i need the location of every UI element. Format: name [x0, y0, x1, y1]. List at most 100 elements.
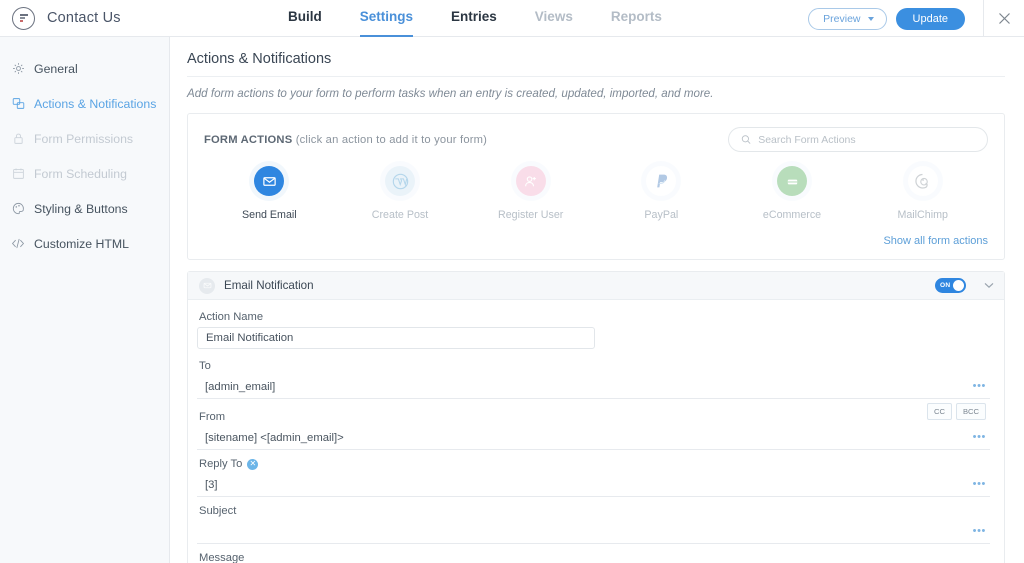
- field-from: From [sitename] <[admin_email]> •••: [197, 411, 990, 450]
- action-send-email[interactable]: Send Email: [204, 166, 335, 221]
- close-button[interactable]: [983, 0, 1024, 37]
- mailchimp-icon: [908, 166, 938, 196]
- tab-reports[interactable]: Reports: [611, 0, 662, 37]
- ecommerce-icon: [777, 166, 807, 196]
- brand: Contact Us: [0, 7, 250, 30]
- formidable-logo-icon: [12, 7, 35, 30]
- tab-entries[interactable]: Entries: [451, 0, 497, 37]
- bcc-button[interactable]: BCC: [956, 403, 986, 420]
- to-input[interactable]: [admin_email] •••: [197, 376, 990, 399]
- from-input[interactable]: [sitename] <[admin_email]> •••: [197, 427, 990, 450]
- sidebar-item-label: General: [34, 62, 78, 76]
- action-label: Send Email: [242, 209, 297, 221]
- field-label: To: [197, 360, 990, 376]
- action-label: Create Post: [372, 209, 428, 221]
- page-title: Actions & Notifications: [187, 51, 1005, 77]
- lock-icon: [11, 132, 25, 146]
- sidebar-item-label: Form Permissions: [34, 132, 133, 146]
- field-label: Message: [197, 552, 990, 563]
- settings-sidebar: General Actions & Notifications: [0, 37, 170, 563]
- reply-to-input[interactable]: [3] •••: [197, 474, 990, 497]
- search-icon: [741, 134, 751, 145]
- field-label: Subject: [197, 505, 990, 521]
- content-area: Actions & Notifications Add form actions…: [170, 37, 1024, 563]
- toggle-knob: [953, 280, 964, 291]
- toggle-label: ON: [940, 282, 951, 289]
- gear-icon: [11, 62, 25, 76]
- top-bar: Contact Us Build Settings Entries Views …: [0, 0, 1024, 37]
- top-actions: Preview Update: [808, 0, 1024, 37]
- enable-toggle[interactable]: ON: [935, 278, 966, 293]
- merge-tag-button[interactable]: •••: [973, 526, 986, 539]
- action-create-post[interactable]: Create Post: [335, 166, 466, 221]
- field-value: [sitename] <[admin_email]>: [205, 432, 344, 444]
- field-label: Action Name: [197, 311, 990, 327]
- search-input[interactable]: [758, 134, 975, 146]
- actions-icon: [11, 97, 25, 111]
- sidebar-item-label: Form Scheduling: [34, 167, 127, 181]
- sidebar-item-actions-notifications[interactable]: Actions & Notifications: [0, 86, 169, 121]
- action-label: PayPal: [644, 209, 678, 221]
- sidebar-item-customize-html[interactable]: Customize HTML: [0, 226, 169, 261]
- chevron-down-icon: [984, 282, 994, 289]
- form-name: Contact Us: [47, 10, 121, 26]
- action-register-user[interactable]: Register User: [465, 166, 596, 221]
- sidebar-item-label: Actions & Notifications: [34, 97, 156, 111]
- chevron-down-icon: [868, 17, 874, 21]
- field-label: From: [197, 411, 990, 427]
- preview-label: Preview: [823, 13, 860, 25]
- merge-tag-button[interactable]: •••: [973, 381, 986, 394]
- body: General Actions & Notifications: [0, 37, 1024, 563]
- subject-input[interactable]: •••: [197, 521, 990, 544]
- page-subtitle: Add form actions to your form to perform…: [187, 77, 1005, 113]
- form-actions-title: FORM ACTIONS (click an action to add it …: [204, 134, 487, 146]
- tab-build[interactable]: Build: [288, 0, 322, 37]
- sidebar-item-general[interactable]: General: [0, 51, 169, 86]
- calendar-icon: [11, 167, 25, 181]
- envelope-icon: [254, 166, 284, 196]
- form-actions-panel: FORM ACTIONS (click an action to add it …: [187, 113, 1005, 260]
- sidebar-item-form-scheduling[interactable]: Form Scheduling: [0, 156, 169, 191]
- tab-views[interactable]: Views: [535, 0, 573, 37]
- tab-settings[interactable]: Settings: [360, 0, 413, 37]
- form-actions-header: FORM ACTIONS (click an action to add it …: [204, 127, 988, 152]
- cc-button[interactable]: CC: [927, 403, 952, 420]
- preview-button[interactable]: Preview: [808, 8, 886, 30]
- form-settings-app: Contact Us Build Settings Entries Views …: [0, 0, 1024, 563]
- collapse-button[interactable]: [984, 282, 994, 289]
- action-label: Register User: [498, 209, 563, 221]
- action-label: MailChimp: [897, 209, 947, 221]
- field-label: Reply To ✕: [197, 458, 990, 474]
- main-nav: Build Settings Entries Views Reports: [288, 0, 662, 37]
- wordpress-icon: [385, 166, 415, 196]
- search-form-actions[interactable]: [728, 127, 988, 152]
- action-name-input[interactable]: Email Notification: [197, 327, 595, 349]
- merge-tag-button[interactable]: •••: [973, 479, 986, 492]
- show-all-form-actions-link[interactable]: Show all form actions: [204, 235, 988, 249]
- field-action-name: Action Name Email Notification: [197, 311, 990, 349]
- field-value: [3]: [205, 479, 218, 491]
- merge-tag-button[interactable]: •••: [973, 432, 986, 445]
- field-label-text: Reply To: [199, 458, 242, 470]
- field-reply-to: Reply To ✕ [3] •••: [197, 458, 990, 497]
- paypal-icon: [646, 166, 676, 196]
- sidebar-item-styling-buttons[interactable]: Styling & Buttons: [0, 191, 169, 226]
- envelope-circle-icon: [199, 278, 215, 294]
- field-subject: Subject •••: [197, 505, 990, 544]
- code-icon: [11, 237, 25, 251]
- form-actions-list: Send Email Create Post: [204, 166, 988, 221]
- update-button[interactable]: Update: [896, 8, 965, 30]
- field-value: [admin_email]: [205, 381, 275, 393]
- user-add-icon: [516, 166, 546, 196]
- remove-circle-icon[interactable]: ✕: [247, 459, 258, 470]
- action-label: eCommerce: [763, 209, 821, 221]
- sidebar-item-form-permissions[interactable]: Form Permissions: [0, 121, 169, 156]
- action-paypal[interactable]: PayPal: [596, 166, 727, 221]
- email-notification-header[interactable]: Email Notification ON: [188, 272, 1004, 300]
- form-actions-hint: (click an action to add it to your form): [296, 134, 487, 146]
- action-ecommerce[interactable]: eCommerce: [727, 166, 858, 221]
- action-mailchimp[interactable]: MailChimp: [857, 166, 988, 221]
- field-value: Email Notification: [206, 332, 293, 344]
- email-notification-body: Action Name Email Notification To [admin…: [188, 300, 1004, 563]
- close-icon: [998, 12, 1011, 25]
